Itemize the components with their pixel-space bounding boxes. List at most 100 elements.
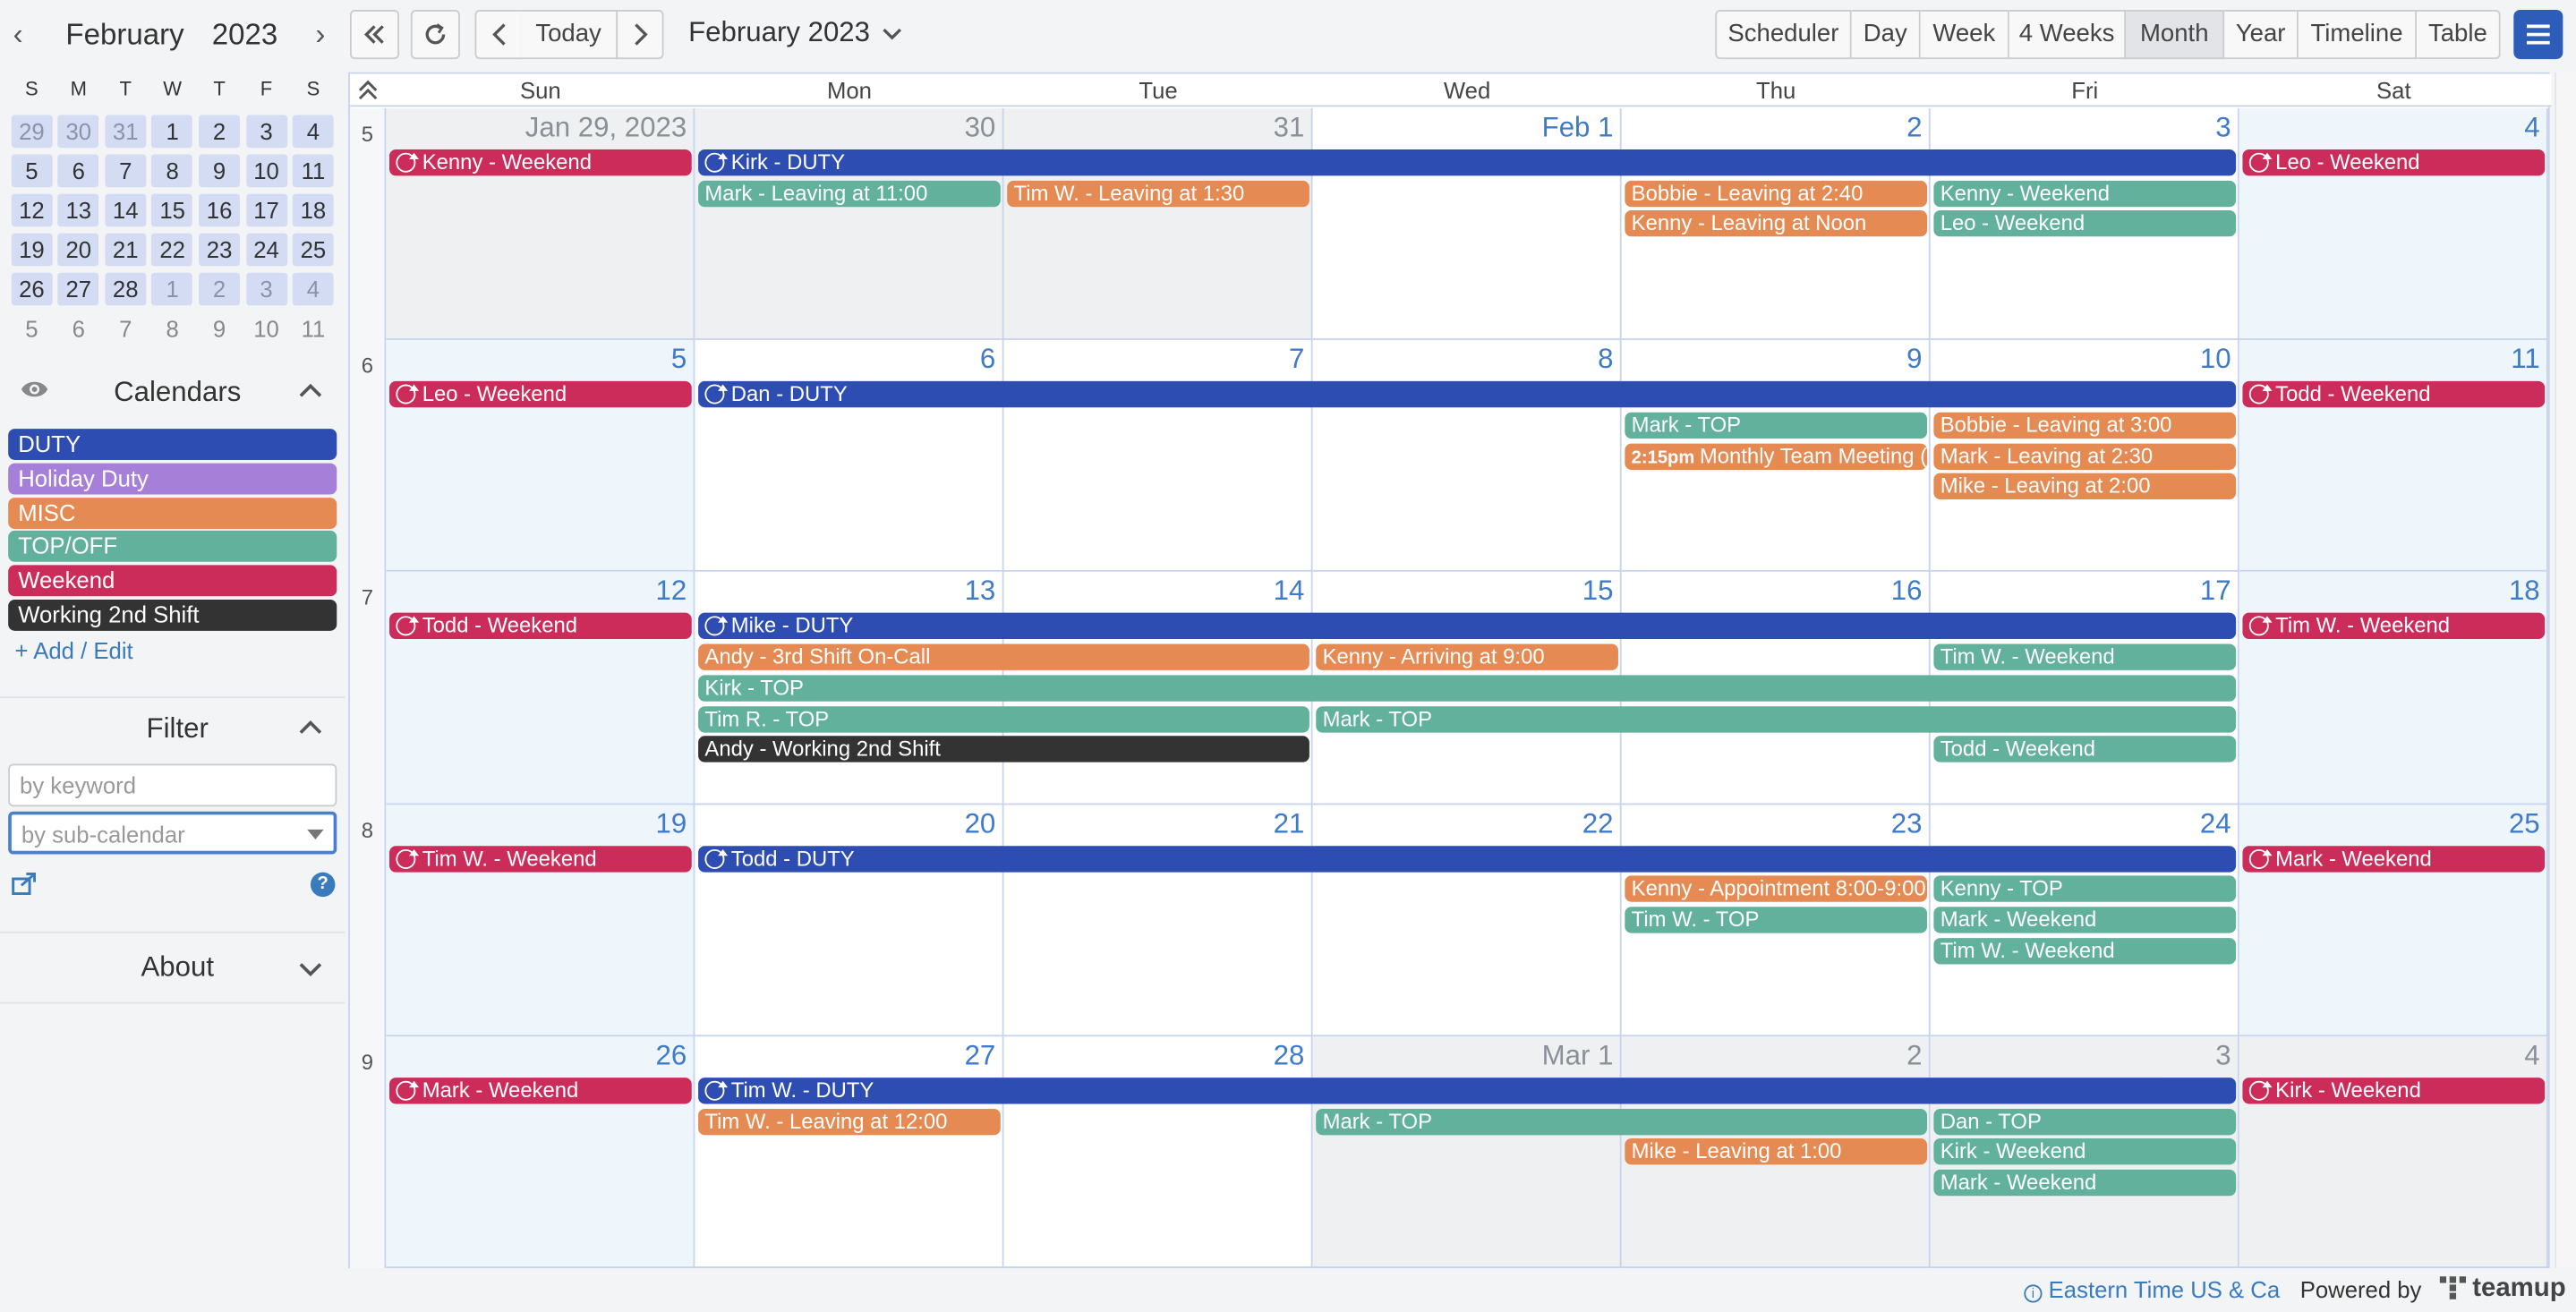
mini-day[interactable]: 25 [290,230,337,269]
day-number[interactable]: 4 [2524,1039,2539,1072]
mini-day[interactable]: 8 [149,309,195,348]
event[interactable]: Mark - Leaving at 11:00 [698,180,1001,207]
day-cell[interactable]: 5 [386,340,695,573]
collapse-sidebar-button[interactable] [349,10,400,60]
day-number[interactable]: 30 [965,112,996,145]
day-cell[interactable]: 12 [386,572,695,805]
event[interactable]: Kenny - Weekend [389,149,692,176]
mini-day[interactable]: 8 [149,151,195,191]
event[interactable]: Andy - 3rd Shift On-Call [698,643,1309,671]
week-number-cell[interactable]: 7 [349,572,387,805]
day-number[interactable]: 3 [2215,112,2231,145]
mini-day[interactable]: 1 [149,112,195,151]
day-number[interactable]: 27 [965,1039,996,1072]
refresh-button[interactable] [410,10,460,60]
event[interactable]: Dan - TOP [1933,1108,2237,1135]
event[interactable]: Mark - Weekend [1933,907,2237,933]
event[interactable]: Todd - DUTY [698,845,2237,872]
view-table-button[interactable]: Table [2417,10,2501,60]
event[interactable]: Tim W. - Leaving at 1:30 [1007,180,1309,207]
prev-period-button[interactable] [474,10,523,60]
mini-day[interactable]: 5 [8,151,55,191]
day-cell[interactable]: Feb 1 [1312,108,1622,341]
event[interactable]: Tim W. - Leaving at 12:00 [698,1108,1001,1135]
event[interactable]: Mark - Weekend [389,1077,692,1104]
period-title-dropdown[interactable]: February 2023 [688,16,902,49]
teamup-logo[interactable]: teamup [2439,1274,2566,1304]
event[interactable]: Kenny - Appointment 8:00-9:00 [1625,875,1928,903]
day-number[interactable]: 6 [980,344,995,377]
day-cell[interactable]: 4 [2239,1035,2548,1268]
day-number[interactable]: 16 [1891,575,1923,609]
view-timeline-button[interactable]: Timeline [2298,10,2418,60]
mini-day[interactable]: 13 [55,191,102,230]
mini-day[interactable]: 7 [102,151,149,191]
mini-day[interactable]: 26 [8,269,55,309]
keyword-filter-input[interactable]: by keyword [8,763,337,807]
mini-day[interactable]: 14 [102,191,149,230]
event[interactable]: Dan - DUTY [698,381,2237,408]
day-cell[interactable]: 4 [2239,108,2548,341]
calendar-item[interactable]: TOP/OFF [8,531,337,563]
calendar-item[interactable]: Working 2nd Shift [8,599,337,631]
mini-day[interactable]: 27 [55,269,102,309]
event[interactable]: Mark - Weekend [1933,1169,2237,1197]
vertical-scrollbar[interactable] [2555,72,2576,1269]
day-number[interactable]: 12 [656,575,687,609]
day-number[interactable]: 13 [965,575,996,609]
day-cell[interactable]: 28 [1003,1035,1313,1268]
event[interactable]: Kirk - DUTY [698,149,2237,176]
day-number[interactable]: 24 [2200,807,2231,840]
mini-day[interactable]: 16 [196,191,243,230]
mini-day[interactable]: 3 [243,112,289,151]
collapse-all-icon[interactable] [358,79,378,108]
day-number[interactable]: 3 [2215,1039,2231,1072]
event[interactable]: Kirk - TOP [698,675,2237,702]
day-number[interactable]: 14 [1274,575,1305,609]
mini-day[interactable]: 30 [55,112,102,151]
mini-day[interactable]: 6 [55,151,102,191]
day-number[interactable]: 2 [1906,112,1922,145]
day-number[interactable]: 26 [656,1039,687,1072]
day-number[interactable]: 28 [1274,1039,1305,1072]
timezone-link[interactable]: i Eastern Time US & Ca [2024,1276,2280,1303]
view-4-weeks-button[interactable]: 4 Weeks [2009,10,2127,60]
day-cell[interactable]: 8 [1312,340,1622,573]
event[interactable]: Tim R. - TOP [698,705,1309,732]
event[interactable]: Kirk - Weekend [2242,1077,2546,1104]
calendar-item[interactable]: Holiday Duty [8,463,337,495]
mini-day[interactable]: 4 [290,269,337,309]
day-cell[interactable]: 7 [1003,340,1313,573]
event[interactable]: Tim W. - Weekend [2242,613,2546,640]
day-number[interactable]: 2 [1906,1039,1922,1072]
day-cell[interactable]: 6 [695,340,1004,573]
about-section-header[interactable]: About [0,931,345,1004]
event[interactable]: Tim W. - TOP [1625,907,1928,933]
mini-day[interactable]: 20 [55,230,102,269]
subcalendar-filter-select[interactable]: by sub-calendar [8,811,337,855]
week-number-cell[interactable]: 8 [349,804,387,1036]
mini-prev-month-button[interactable]: ‹ [13,16,23,52]
day-cell[interactable]: 30 [695,108,1004,341]
calendars-section-header[interactable]: Calendars [0,362,345,421]
day-number[interactable]: 31 [1274,112,1305,145]
mini-day[interactable]: 18 [290,191,337,230]
event[interactable]: Tim W. - Weekend [389,845,692,872]
event[interactable]: Mark - TOP [1316,705,2237,732]
mini-day[interactable]: 3 [243,269,289,309]
day-cell[interactable]: 18 [2239,572,2548,805]
help-icon[interactable]: ? [310,872,336,898]
week-number-cell[interactable]: 6 [349,340,387,573]
event[interactable]: Leo - Weekend [2242,149,2546,176]
mini-day[interactable]: 11 [290,309,337,348]
mini-day[interactable]: 21 [102,230,149,269]
view-month-button[interactable]: Month [2126,10,2225,60]
calendar-item[interactable]: DUTY [8,429,337,460]
event[interactable]: Mark - TOP [1316,1108,1928,1135]
mini-day[interactable]: 22 [149,230,195,269]
day-cell[interactable]: 21 [1003,804,1313,1036]
day-cell[interactable]: 22 [1312,804,1622,1036]
view-week-button[interactable]: Week [1920,10,2009,60]
mini-day[interactable]: 10 [243,151,289,191]
event[interactable]: Mark - Weekend [2242,845,2546,872]
